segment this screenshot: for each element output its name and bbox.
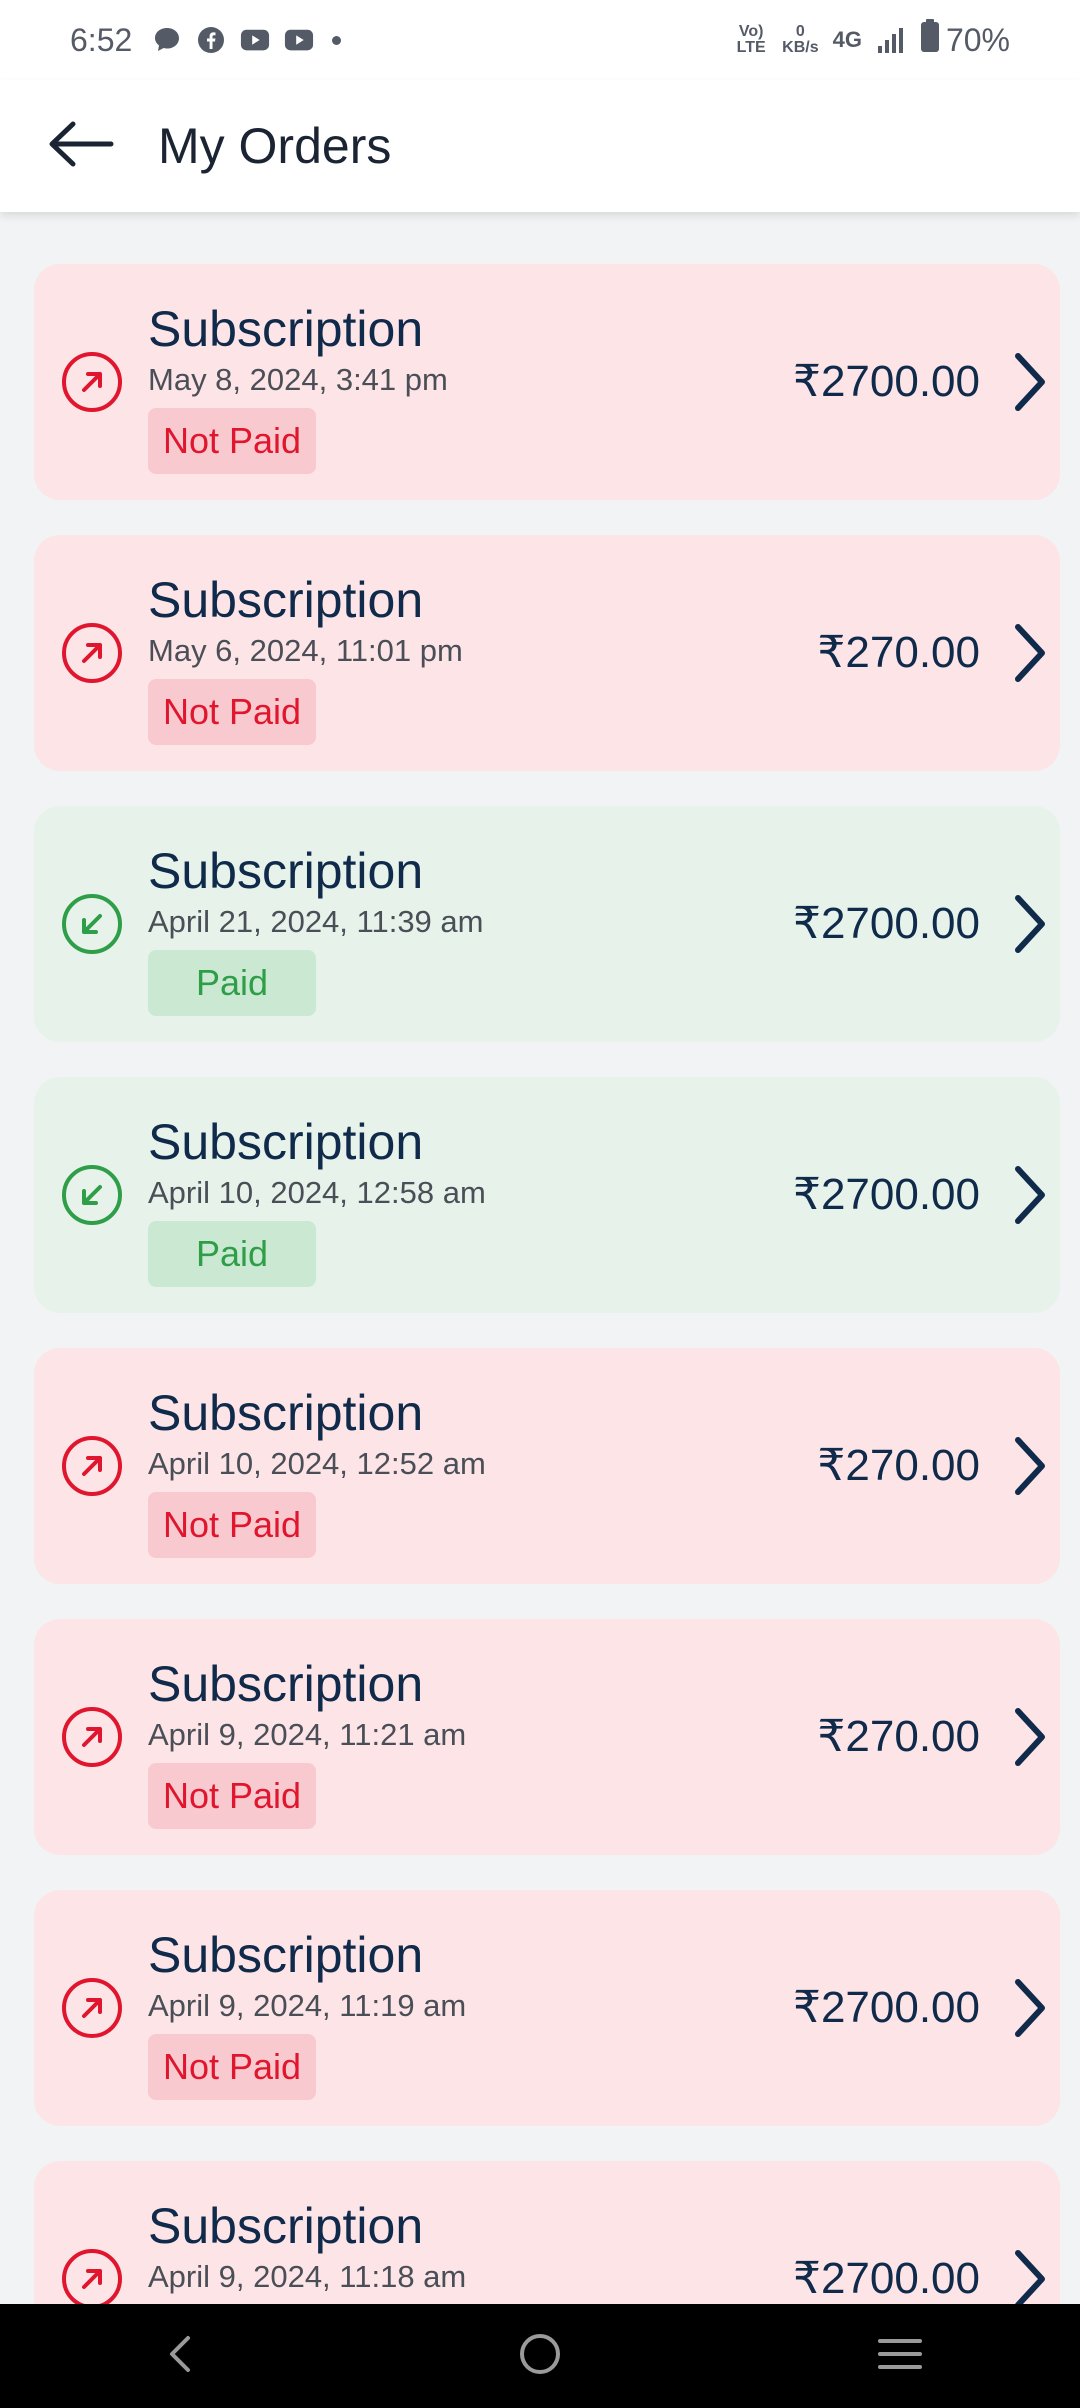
arrow-up-right-circle-icon xyxy=(60,2247,124,2304)
home-nav-icon xyxy=(517,2331,563,2382)
chevron-right-icon xyxy=(1000,1699,1060,1775)
chevron-right-icon xyxy=(1000,2241,1060,2304)
screen: 6:52 Vo) LTE 0 KB/s 4G 70% My Orders Sub… xyxy=(0,0,1080,2408)
status-badge: Not Paid xyxy=(148,2034,316,2100)
order-title: Subscription xyxy=(148,1656,424,1712)
order-date: April 10, 2024, 12:58 am xyxy=(148,1175,486,1210)
order-date: May 8, 2024, 3:41 pm xyxy=(148,362,448,397)
app-bar: My Orders xyxy=(0,80,1080,212)
chevron-right-icon xyxy=(1000,1428,1060,1504)
battery-icon xyxy=(920,19,940,61)
battery: 70% xyxy=(920,19,1010,61)
order-card[interactable]: Subscription April 10, 2024, 12:52 am Not … xyxy=(34,1348,1060,1584)
status-badge: Paid xyxy=(148,1221,316,1287)
chevron-right-icon xyxy=(1000,615,1060,691)
order-amount: ₹2700.00 xyxy=(792,899,980,948)
volte-label: Vo) LTE xyxy=(736,23,766,56)
page-title: My Orders xyxy=(158,118,392,174)
signal-icon xyxy=(876,25,906,55)
status-right: Vo) LTE 0 KB/s 4G 70% xyxy=(734,19,1010,61)
arrow-up-right-circle-icon xyxy=(60,621,124,685)
order-card[interactable]: Subscription April 9, 2024, 11:21 am Not P… xyxy=(34,1619,1060,1855)
chevron-right-icon xyxy=(1000,1157,1060,1233)
chevron-right-icon xyxy=(1000,886,1060,962)
recents-nav-icon xyxy=(876,2335,924,2378)
order-title: Subscription xyxy=(148,572,424,628)
order-card[interactable]: Subscription April 21, 2024, 11:39 am Paid… xyxy=(34,806,1060,1042)
more-dot-icon xyxy=(332,35,342,45)
back-nav-icon xyxy=(160,2332,200,2381)
system-nav-bar xyxy=(0,2304,1080,2408)
order-date: April 21, 2024, 11:39 am xyxy=(148,904,484,939)
order-date: April 9, 2024, 11:21 am xyxy=(148,1717,467,1752)
order-date: April 9, 2024, 11:19 am xyxy=(148,1988,467,2023)
arrow-up-right-circle-icon xyxy=(60,350,124,414)
order-title: Subscription xyxy=(148,1114,424,1170)
order-amount: ₹2700.00 xyxy=(792,1170,980,1219)
order-amount: ₹2700.00 xyxy=(792,357,980,406)
order-amount: ₹2700.00 xyxy=(792,1983,980,2032)
nav-recents-button[interactable] xyxy=(840,2304,960,2408)
chevron-right-icon xyxy=(1000,344,1060,420)
chat-bubble-icon xyxy=(152,25,182,55)
youtube-icon xyxy=(240,25,270,55)
orders-list[interactable]: Subscription May 8, 2024, 3:41 pm Not Paid… xyxy=(0,212,1080,2304)
order-date: May 6, 2024, 11:01 pm xyxy=(148,633,463,668)
status-bar: 6:52 Vo) LTE 0 KB/s 4G 70% xyxy=(0,0,1080,80)
nav-home-button[interactable] xyxy=(480,2304,600,2408)
order-title: Subscription xyxy=(148,1927,424,1983)
arrow-up-right-circle-icon xyxy=(60,1976,124,2040)
order-date: April 10, 2024, 12:52 am xyxy=(148,1446,486,1481)
order-title: Subscription xyxy=(148,2198,424,2254)
status-time: 6:52 xyxy=(70,21,133,58)
data-speed: 0 KB/s xyxy=(782,24,818,56)
arrow-down-left-circle-icon xyxy=(60,1163,124,1227)
order-card[interactable]: Subscription May 8, 2024, 3:41 pm Not Paid… xyxy=(34,264,1060,500)
order-card[interactable]: Subscription April 10, 2024, 12:58 am Paid… xyxy=(34,1077,1060,1313)
status-badge: Not Paid xyxy=(148,679,316,745)
status-badge: Not Paid xyxy=(148,1763,316,1829)
order-title: Subscription xyxy=(148,301,424,357)
status-left: 6:52 xyxy=(70,21,342,59)
data-speed-value: 0 xyxy=(795,23,805,40)
data-speed-unit: KB/s xyxy=(782,39,819,56)
chevron-right-icon xyxy=(1000,1970,1060,2046)
arrow-down-left-circle-icon xyxy=(60,892,124,956)
order-title: Subscription xyxy=(148,1385,424,1441)
order-amount: ₹270.00 xyxy=(817,628,980,677)
order-card[interactable]: Subscription April 9, 2024, 11:18 am ₹2700… xyxy=(34,2161,1060,2304)
order-title: Subscription xyxy=(148,843,424,899)
nav-back-button[interactable] xyxy=(120,2304,240,2408)
order-amount: ₹2700.00 xyxy=(792,2254,980,2303)
arrow-up-right-circle-icon xyxy=(60,1434,124,1498)
status-badge: Not Paid xyxy=(148,1492,316,1558)
youtube-icon xyxy=(284,25,314,55)
order-date: April 9, 2024, 11:18 am xyxy=(148,2259,467,2294)
battery-percent: 70% xyxy=(945,21,1010,58)
status-badge: Paid xyxy=(148,950,316,1016)
arrow-left-icon xyxy=(45,119,115,174)
status-badge: Not Paid xyxy=(148,408,316,474)
order-card[interactable]: Subscription May 6, 2024, 11:01 pm Not Pai… xyxy=(34,535,1060,771)
order-amount: ₹270.00 xyxy=(817,1441,980,1490)
order-card[interactable]: Subscription April 9, 2024, 11:19 am Not P… xyxy=(34,1890,1060,2126)
order-amount: ₹270.00 xyxy=(817,1712,980,1761)
back-button[interactable] xyxy=(30,96,130,196)
network-type: 4G xyxy=(832,27,862,52)
arrow-up-right-circle-icon xyxy=(60,1705,124,1769)
facebook-icon xyxy=(196,25,226,55)
